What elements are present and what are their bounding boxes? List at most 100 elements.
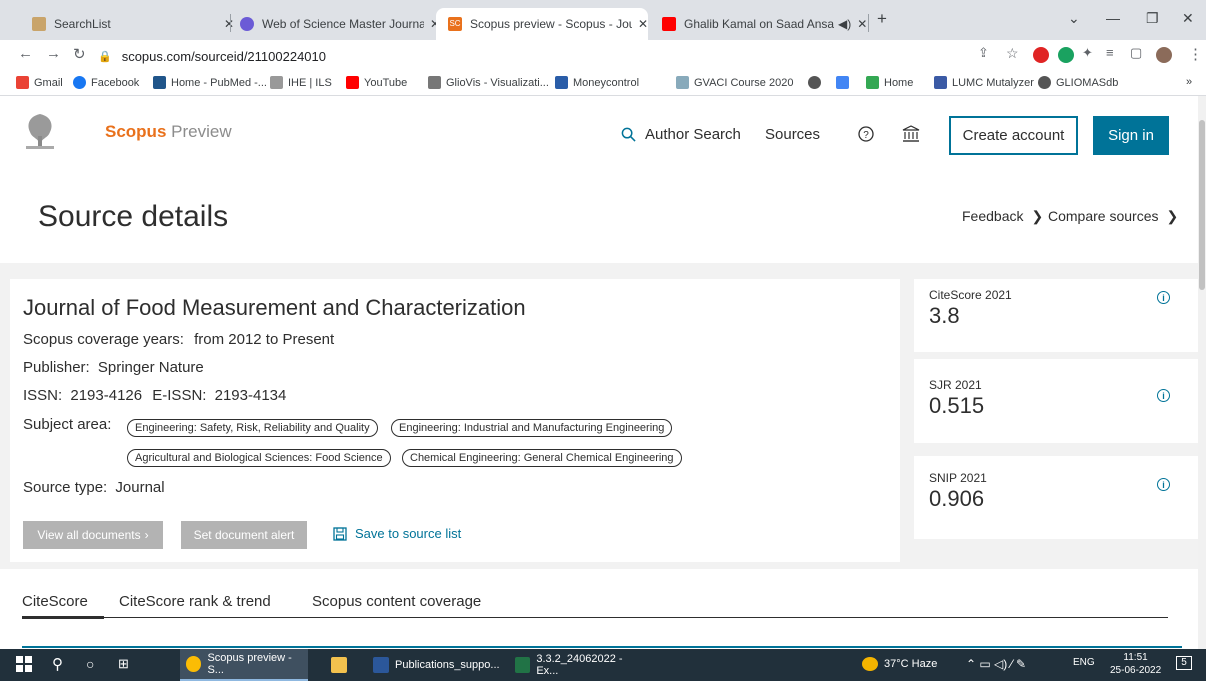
- url-field[interactable]: 🔒 scopus.com/sourceid/21100224010: [98, 44, 326, 68]
- subject-area-label: Subject area:: [23, 416, 112, 433]
- info-icon[interactable]: i: [1157, 478, 1170, 491]
- taskbar-app-word[interactable]: Publications_suppo...: [367, 649, 501, 681]
- brand-suffix: Preview: [171, 122, 232, 141]
- back-icon[interactable]: ←: [18, 45, 33, 62]
- browser-tab-scopus[interactable]: SC Scopus preview - Scopus - Journ ✕: [436, 8, 648, 40]
- subject-chip[interactable]: Agricultural and Biological Sciences: Fo…: [127, 449, 391, 467]
- bookmark-apps[interactable]: [836, 76, 854, 89]
- bookmark-lumc[interactable]: LUMC Mutalyzer: [934, 76, 1034, 89]
- taskbar-app-chrome[interactable]: Scopus preview - S...: [180, 649, 308, 681]
- weather-widget[interactable]: 37°C Haze: [862, 657, 937, 671]
- sources-link[interactable]: Sources: [765, 126, 820, 143]
- notification-center[interactable]: 5: [1176, 656, 1192, 670]
- subject-chip[interactable]: Engineering: Safety, Risk, Reliability a…: [127, 419, 378, 437]
- grammarly-extension-icon[interactable]: [1058, 47, 1074, 63]
- moneycontrol-icon: [555, 76, 568, 89]
- browser-tab-youtube[interactable]: Ghalib Kamal on Saad Ansari ◀) ✕: [650, 8, 867, 40]
- bookmark-ihe[interactable]: IHE | ILS: [270, 76, 332, 89]
- publisher-row: Publisher: Springer Nature: [23, 359, 204, 376]
- opera-extension-icon[interactable]: [1033, 47, 1049, 63]
- save-to-source-list-link[interactable]: Save to source list: [333, 526, 461, 541]
- metric-value: 0.515: [929, 393, 985, 418]
- scopus-brand[interactable]: Scopus Preview: [105, 122, 232, 142]
- media-control-icon[interactable]: ≡: [1106, 45, 1114, 60]
- close-icon[interactable]: ✕: [857, 17, 867, 31]
- tab-scopus-content-coverage[interactable]: Scopus content coverage: [312, 593, 481, 610]
- bookmark-pubmed[interactable]: Home - PubMed -...: [153, 76, 267, 89]
- close-window-icon[interactable]: ✕: [1182, 10, 1194, 27]
- audio-icon[interactable]: ◀): [838, 17, 851, 31]
- bookmark-star-icon[interactable]: ☆: [1006, 45, 1019, 62]
- tab-title: Ghalib Kamal on Saad Ansari: [684, 17, 834, 31]
- create-account-button[interactable]: Create account: [949, 116, 1078, 155]
- menu-icon[interactable]: ⋮: [1188, 45, 1203, 63]
- bookmark-home[interactable]: Home: [866, 76, 913, 89]
- scopus-favicon-icon: SC: [448, 17, 462, 31]
- tab-citescore[interactable]: CiteScore: [22, 593, 88, 610]
- feedback-link[interactable]: Feedback ❯: [962, 208, 1043, 225]
- coverage-row: Scopus coverage years: from 2012 to Pres…: [23, 331, 335, 348]
- subject-chip[interactable]: Chemical Engineering: General Chemical E…: [402, 449, 682, 467]
- url-text: scopus.com/sourceid/21100224010: [121, 48, 326, 64]
- minimize-icon[interactable]: —: [1106, 10, 1120, 26]
- bookmark-gmail[interactable]: Gmail: [16, 76, 63, 89]
- sjr-card: SJR 2021 0.515 i: [914, 359, 1198, 443]
- search-icon[interactable]: ⚲: [52, 655, 63, 673]
- windows-start-icon[interactable]: [16, 656, 32, 672]
- clock[interactable]: 11:51 25-06-2022: [1110, 651, 1161, 677]
- lumc-icon: [934, 76, 947, 89]
- tab-title: SearchList: [54, 17, 111, 31]
- compare-sources-link[interactable]: Compare sources ❯: [1048, 208, 1178, 225]
- active-tab-indicator: [22, 616, 104, 619]
- tab-search-icon[interactable]: ⌄: [1068, 10, 1080, 27]
- help-icon[interactable]: ?: [858, 126, 874, 142]
- bookmark-facebook[interactable]: Facebook: [73, 76, 139, 89]
- taskbar-app-excel[interactable]: 3.3.2_24062022 - Ex...: [509, 649, 643, 681]
- pubmed-icon: [153, 76, 166, 89]
- taskbar-app-explorer[interactable]: [325, 649, 353, 681]
- tab-citescore-rank-trend[interactable]: CiteScore rank & trend: [119, 593, 271, 610]
- more-bookmarks-icon[interactable]: »: [1186, 76, 1192, 88]
- snip-card: SNIP 2021 0.906 i: [914, 456, 1198, 539]
- share-icon[interactable]: ⇪: [978, 45, 989, 61]
- bookmarks-bar: Gmail Facebook Home - PubMed -... IHE | …: [0, 70, 1206, 96]
- scrollbar-thumb[interactable]: [1199, 120, 1205, 290]
- side-panel-icon[interactable]: ▢: [1130, 45, 1142, 61]
- system-tray-icons[interactable]: ⌃ ▭ ◁) ⁄ ✎: [966, 657, 1026, 671]
- language-indicator[interactable]: ENG: [1073, 657, 1095, 668]
- institution-icon[interactable]: [902, 125, 920, 143]
- bookmark-gliomasdb[interactable]: GLIOMASdb: [1038, 76, 1118, 89]
- windows-taskbar: ⚲ ○ ⊞ Scopus preview - S... Publications…: [0, 649, 1206, 681]
- youtube-icon: [346, 76, 359, 89]
- chevron-right-icon: ❯: [1031, 208, 1044, 224]
- globe-icon: [808, 76, 821, 89]
- info-icon[interactable]: i: [1157, 389, 1170, 402]
- browser-tab-wos[interactable]: Web of Science Master Journal Li ✕: [228, 8, 440, 40]
- profile-avatar[interactable]: [1156, 47, 1172, 63]
- forward-icon[interactable]: →: [46, 45, 61, 62]
- bookmark-gvaci[interactable]: GVACI Course 2020: [676, 76, 793, 89]
- sign-in-button[interactable]: Sign in: [1093, 116, 1169, 155]
- bookmark-gliovis[interactable]: GlioVis - Visualizati...: [428, 76, 549, 89]
- cortana-icon[interactable]: ○: [86, 656, 94, 672]
- bookmark-youtube[interactable]: YouTube: [346, 76, 407, 89]
- chevron-right-icon: ❯: [1166, 208, 1179, 224]
- task-view-icon[interactable]: ⊞: [118, 656, 129, 672]
- tab-title: Web of Science Master Journal Li: [262, 17, 424, 31]
- globe-icon: [1038, 76, 1051, 89]
- close-icon[interactable]: ✕: [638, 17, 648, 31]
- metric-value: 3.8: [929, 303, 960, 328]
- extensions-icon[interactable]: ✦: [1082, 45, 1093, 61]
- set-document-alert-button[interactable]: Set document alert: [181, 521, 307, 549]
- author-search-link[interactable]: Author Search: [621, 126, 741, 143]
- bookmark-moneycontrol[interactable]: Moneycontrol: [555, 76, 639, 89]
- bookmark-globe[interactable]: [808, 76, 826, 89]
- reload-icon[interactable]: ↻: [73, 45, 86, 63]
- browser-tab-searchlist[interactable]: SearchList ✕: [20, 8, 234, 40]
- new-tab-icon[interactable]: +: [877, 9, 887, 29]
- info-icon[interactable]: i: [1157, 291, 1170, 304]
- view-all-documents-button[interactable]: View all documents ›: [23, 521, 163, 549]
- subject-chip[interactable]: Engineering: Industrial and Manufacturin…: [391, 419, 673, 437]
- restore-icon[interactable]: ❐: [1146, 10, 1159, 27]
- gliovis-icon: [428, 76, 441, 89]
